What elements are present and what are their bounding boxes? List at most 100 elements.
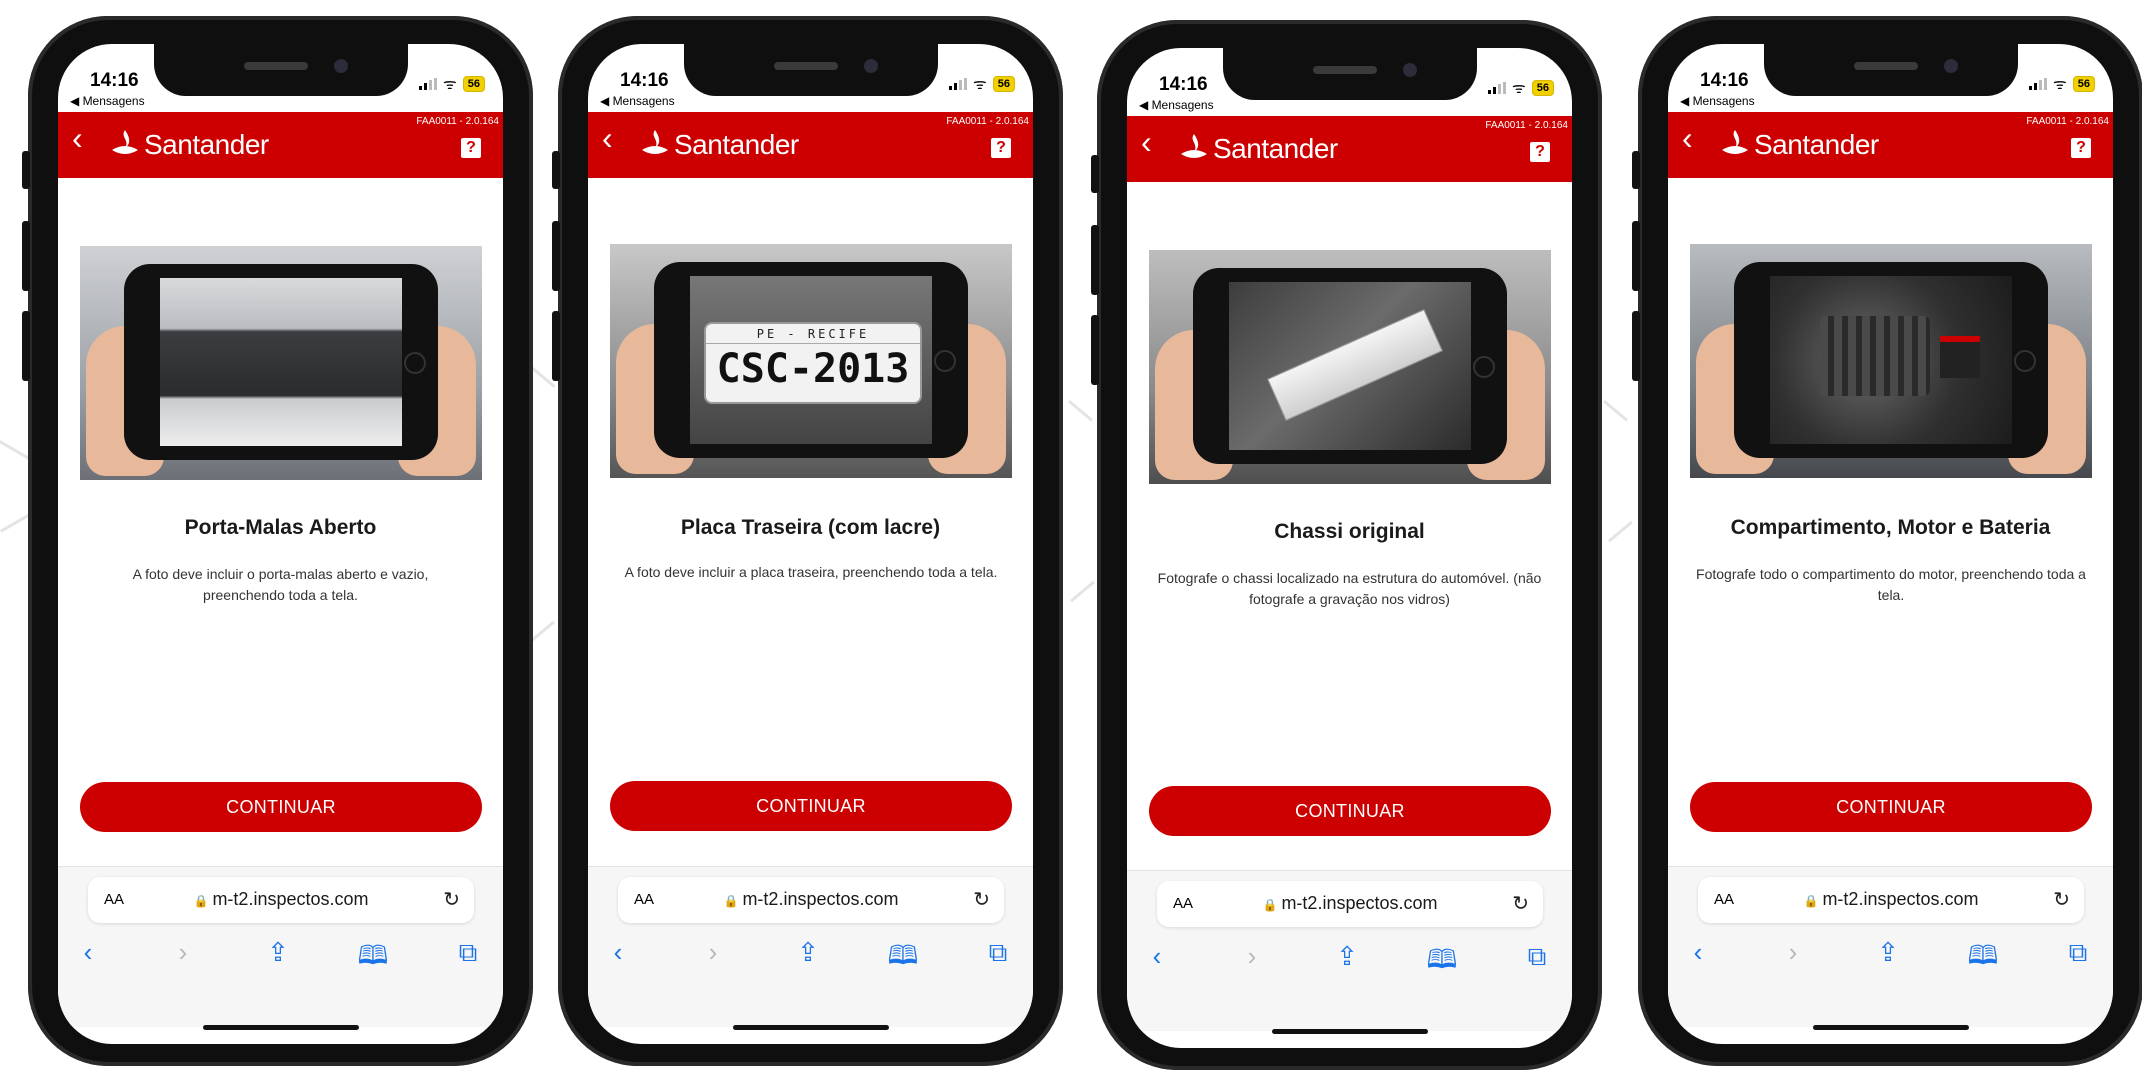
back-to-app-link[interactable]: ◀ Mensagens	[1139, 98, 1214, 112]
phone-screen: 14:16 ◀ Mensagens ᯤ 56 ‹ Santander FAA00…	[1668, 44, 2113, 1044]
back-to-app-link[interactable]: ◀ Mensagens	[600, 94, 675, 108]
brand-name: Santander	[144, 129, 269, 160]
address-bar[interactable]: AA 🔒 m-t2.inspectos.com ↻	[1157, 881, 1543, 927]
notch	[1764, 44, 2018, 96]
background-line	[1070, 580, 1095, 603]
browser-nav: ‹ › ⇪ 🕮 ⧉	[58, 937, 503, 977]
browser-nav: ‹ › ⇪ 🕮 ⧉	[1127, 941, 1572, 981]
wifi-icon: ᯤ	[2053, 75, 2067, 93]
lock-icon: 🔒	[1262, 898, 1278, 912]
step-title: Porta-Malas Aberto	[184, 516, 377, 539]
step-title: Compartimento, Motor e Bateria	[1730, 516, 2051, 539]
tabs-icon[interactable]: ⧉	[448, 937, 488, 969]
question-mark-icon[interactable]: ?	[461, 138, 481, 158]
chevron-left-icon[interactable]: ‹	[1141, 126, 1152, 158]
book-icon[interactable]: 🕮	[1422, 941, 1462, 985]
side-button	[1632, 151, 1640, 189]
camera-phone	[1734, 262, 2048, 458]
home-indicator[interactable]	[203, 1025, 359, 1030]
signal-icon	[949, 78, 968, 90]
side-button	[1632, 311, 1640, 381]
back-nav-icon[interactable]: ‹	[68, 937, 108, 968]
back-nav-icon[interactable]: ‹	[598, 937, 638, 968]
brand-name: Santander	[674, 129, 799, 160]
chevron-left-icon[interactable]: ‹	[72, 122, 83, 154]
status-time: 14:16	[620, 70, 669, 91]
home-indicator[interactable]	[1813, 1025, 1969, 1030]
home-indicator[interactable]	[733, 1025, 889, 1030]
browser-nav: ‹ › ⇪ 🕮 ⧉	[588, 937, 1033, 977]
address-bar[interactable]: AA 🔒 m-t2.inspectos.com ↻	[1698, 877, 2084, 923]
book-icon[interactable]: 🕮	[883, 937, 923, 981]
back-to-app-link[interactable]: ◀ Mensagens	[70, 94, 145, 108]
book-icon[interactable]: 🕮	[353, 937, 393, 981]
url-text: m-t2.inspectos.com	[212, 889, 369, 909]
share-icon[interactable]: ⇪	[788, 937, 828, 968]
continue-button[interactable]: CONTINUAR	[1149, 786, 1551, 836]
app-version: FAA0011 - 2.0.164	[416, 116, 499, 127]
forward-nav-icon[interactable]: ›	[163, 937, 203, 968]
question-mark-icon[interactable]: ?	[2071, 138, 2091, 158]
app-header: ‹ Santander FAA0011 - 2.0.164 ?	[1668, 112, 2113, 178]
plate-region: PE - RECIFE	[706, 327, 920, 344]
status-time: 14:16	[1159, 74, 1208, 95]
phone-mockup-1: 14:16 ◀ Mensagens ᯤ 56 ‹ Santander FAA00…	[22, 16, 533, 1066]
address-bar[interactable]: AA 🔒 m-t2.inspectos.com ↻	[88, 877, 474, 923]
reload-icon[interactable]: ↻	[2053, 887, 2070, 912]
chevron-left-icon[interactable]: ‹	[602, 122, 613, 154]
phone-screen: 14:16 ◀ Mensagens ᯤ 56 ‹ Santander FAA00…	[1127, 48, 1572, 1048]
phone-mockup-2: 14:16 ◀ Mensagens ᯤ 56 ‹ Santander FAA00…	[552, 16, 1063, 1066]
question-mark-icon[interactable]: ?	[991, 138, 1011, 158]
book-icon[interactable]: 🕮	[1963, 937, 2003, 981]
share-icon[interactable]: ⇪	[1868, 937, 1908, 968]
step-description: A foto deve incluir a placa traseira, pr…	[624, 564, 998, 580]
side-button	[552, 221, 560, 291]
continue-button[interactable]: CONTINUAR	[80, 782, 482, 832]
reload-icon[interactable]: ↻	[1512, 891, 1529, 916]
camera-phone	[124, 264, 438, 460]
share-icon[interactable]: ⇪	[1327, 941, 1367, 972]
browser-toolbar: AA 🔒 m-t2.inspectos.com ↻ ‹ › ⇪ 🕮 ⧉	[1668, 866, 2113, 1027]
license-plate: PE - RECIFE CSC-2013	[704, 322, 922, 404]
wifi-icon: ᯤ	[1512, 79, 1526, 97]
step-title: Chassi original	[1274, 520, 1425, 543]
forward-nav-icon[interactable]: ›	[693, 937, 733, 968]
address-bar[interactable]: AA 🔒 m-t2.inspectos.com ↻	[618, 877, 1004, 923]
lock-icon: 🔒	[723, 894, 739, 908]
back-nav-icon[interactable]: ‹	[1678, 937, 1718, 968]
phone-screen: 14:16 ◀ Mensagens ᯤ 56 ‹ Santander FAA00…	[58, 44, 503, 1044]
reload-icon[interactable]: ↻	[443, 887, 460, 912]
browser-toolbar: AA 🔒 m-t2.inspectos.com ↻ ‹ › ⇪ 🕮 ⧉	[588, 866, 1033, 1027]
plate-number: CSC-2013	[716, 346, 910, 392]
side-button	[1091, 155, 1099, 193]
side-button	[1091, 315, 1099, 385]
chevron-left-icon[interactable]: ‹	[1682, 122, 1693, 154]
share-icon[interactable]: ⇪	[258, 937, 298, 968]
continue-button[interactable]: CONTINUAR	[1690, 782, 2092, 832]
app-header: ‹ Santander FAA0011 - 2.0.164 ?	[588, 112, 1033, 178]
tabs-icon[interactable]: ⧉	[978, 937, 1018, 969]
status-time: 14:16	[1700, 70, 1749, 91]
camera-phone	[1193, 268, 1507, 464]
reload-icon[interactable]: ↻	[973, 887, 990, 912]
chassis-plate	[1267, 309, 1443, 421]
wifi-icon: ᯤ	[443, 75, 457, 93]
santander-flame-icon	[112, 130, 138, 154]
forward-nav-icon[interactable]: ›	[1232, 941, 1272, 972]
url-text: m-t2.inspectos.com	[1822, 889, 1979, 909]
tabs-icon[interactable]: ⧉	[2058, 937, 2098, 969]
instruction-photo: PE - RECIFE CSC-2013	[610, 244, 1012, 478]
tabs-icon[interactable]: ⧉	[1517, 941, 1557, 973]
notch	[684, 44, 938, 96]
continue-button[interactable]: CONTINUAR	[610, 781, 1012, 831]
question-mark-icon[interactable]: ?	[1530, 142, 1550, 162]
forward-nav-icon[interactable]: ›	[1773, 937, 1813, 968]
app-version: FAA0011 - 2.0.164	[2026, 116, 2109, 127]
back-to-app-link[interactable]: ◀ Mensagens	[1680, 94, 1755, 108]
back-nav-icon[interactable]: ‹	[1137, 941, 1177, 972]
side-button	[22, 311, 30, 381]
santander-flame-icon	[1181, 134, 1207, 158]
step-description: A foto deve incluir o porta-malas aberto…	[132, 566, 429, 603]
app-header: ‹ Santander FAA0011 - 2.0.164 ?	[58, 112, 503, 178]
camera-phone: PE - RECIFE CSC-2013	[654, 262, 968, 458]
